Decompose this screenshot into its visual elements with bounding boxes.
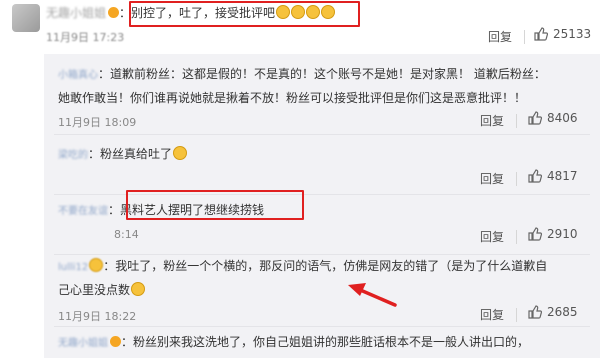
- emoji-icon: [173, 146, 188, 160]
- thumbs-up-icon: [528, 111, 542, 125]
- reply-button[interactable]: 回复: [488, 28, 512, 45]
- reply-list: 小箱真心：道歉前粉丝：这都是假的！不是真的！这个账号不是她！是对家黑！ 道歉后粉…: [44, 54, 600, 358]
- thumbs-up-icon: [534, 27, 548, 41]
- reply-text-continued: 己心里没点数: [58, 280, 146, 300]
- reply-line: 梁吃的：粉丝真给吐了: [58, 144, 188, 166]
- reply-text: ：道歉前粉丝：这都是假的！不是真的！这个账号不是她！是对家黑！ 道歉后粉丝：: [98, 67, 546, 81]
- thumbs-up-icon: [528, 169, 542, 183]
- reply-text: ：粉丝别来我这洗地了，你自己姐姐讲的那些脏话根本不是一般人讲出口的，: [121, 335, 530, 349]
- reply-date: 11月9日 18:22: [58, 310, 137, 323]
- like-button[interactable]: 2685: [528, 305, 578, 319]
- like-count: 2685: [547, 305, 578, 319]
- reply-line: 小箱真心：道歉前粉丝：这都是假的！不是真的！这个账号不是她！是对家黑！ 道歉后粉…: [58, 64, 546, 86]
- reply-username[interactable]: 小箱真心: [58, 70, 98, 81]
- emoji-icon: [131, 282, 146, 296]
- verified-badge-icon: [108, 7, 120, 18]
- reply-date: 8:14: [114, 228, 139, 241]
- reply-item: 无趣小姐姐 ：粉丝别来我这洗地了，你自己姐姐讲的那些脏话根本不是一般人讲出口的，: [44, 326, 600, 358]
- like-count: 4817: [547, 169, 578, 183]
- like-count: 8406: [547, 111, 578, 125]
- reply-button[interactable]: 回复: [480, 170, 504, 187]
- reply-text-continued: 她敢作敢当！你们谁再说她就是揪着不放！粉丝可以接受批评但是你们这是恶意批评！！: [58, 91, 527, 105]
- reply-username[interactable]: 无趣小姐姐: [58, 338, 108, 349]
- divider: [516, 308, 517, 322]
- comment-username[interactable]: 无趣小姐姐: [46, 6, 106, 20]
- reply-button[interactable]: 回复: [480, 228, 504, 245]
- emoji-icon: [89, 258, 104, 272]
- reply-date: 11月9日 18:09: [58, 116, 137, 129]
- reply-username[interactable]: 不要在友谊: [58, 206, 108, 217]
- thumbs-up-icon: [528, 305, 542, 319]
- reply-text: ：我吐了，粉丝一个个横的，那反问的语气，仿佛是网友的错了（是为了什么道歉自: [103, 259, 548, 273]
- top-comment: 无趣小姐姐 ：别控了，吐了，接受批评吧 11月9日 17:23 回复 25133: [0, 0, 600, 54]
- like-button[interactable]: 4817: [528, 169, 578, 183]
- divider: [54, 134, 590, 135]
- reply-button[interactable]: 回复: [480, 306, 504, 323]
- comment-date: 11月9日 17:23: [46, 31, 125, 44]
- reply-username[interactable]: lulli12: [58, 262, 88, 273]
- reply-button[interactable]: 回复: [480, 112, 504, 129]
- like-count: 25133: [553, 27, 592, 41]
- reply-item: 梁吃的：粉丝真给吐了 回复 4817: [44, 136, 600, 194]
- reply-text: ：粉丝真给吐了: [88, 147, 173, 161]
- reply-item: lulli12 ：我吐了，粉丝一个个横的，那反问的语气，仿佛是网友的错了（是为了什…: [44, 254, 600, 328]
- reply-line: 无趣小姐姐 ：粉丝别来我这洗地了，你自己姐姐讲的那些脏话根本不是一般人讲出口的，: [58, 332, 529, 354]
- like-button[interactable]: 25133: [534, 27, 591, 41]
- verified-badge-icon: [110, 336, 121, 347]
- divider: [516, 172, 517, 186]
- divider: [516, 230, 517, 244]
- divider: [524, 30, 525, 44]
- reply-item: 小箱真心：道歉前粉丝：这都是假的！不是真的！这个账号不是她！是对家黑！ 道歉后粉…: [44, 54, 600, 136]
- like-button[interactable]: 2910: [528, 227, 578, 241]
- like-button[interactable]: 8406: [528, 111, 578, 125]
- thumbs-up-icon: [528, 227, 542, 241]
- avatar[interactable]: [12, 4, 40, 32]
- highlight-box: [126, 190, 304, 220]
- reply-line: lulli12 ：我吐了，粉丝一个个横的，那反问的语气，仿佛是网友的错了（是为了什…: [58, 256, 547, 278]
- divider: [516, 114, 517, 128]
- reply-username[interactable]: 梁吃的: [58, 150, 88, 161]
- highlight-box: [129, 1, 360, 27]
- like-count: 2910: [547, 227, 578, 241]
